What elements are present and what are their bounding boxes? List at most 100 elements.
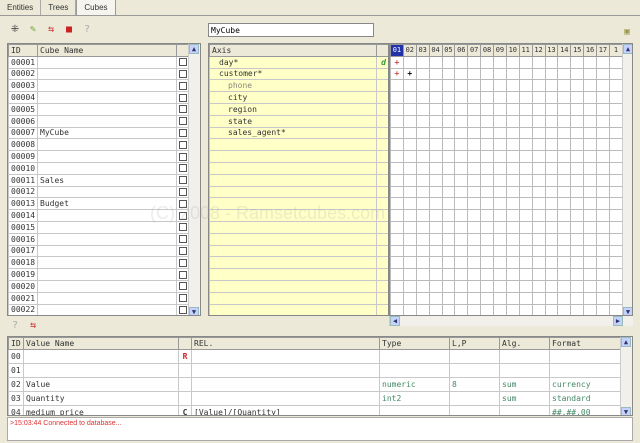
grid-cell[interactable]: [454, 220, 469, 234]
grid-col-header[interactable]: 09: [493, 44, 507, 57]
grid-cell[interactable]: [570, 91, 585, 104]
grid-cell[interactable]: [505, 126, 520, 140]
grid-cell[interactable]: [480, 279, 494, 293]
grid-col-header[interactable]: 14: [557, 44, 572, 57]
axis-row[interactable]: [209, 209, 388, 222]
grid-cell[interactable]: [570, 161, 585, 175]
cube-row[interactable]: 00021: [8, 291, 190, 305]
grid-cell[interactable]: [557, 232, 572, 246]
value-cell[interactable]: [449, 362, 500, 378]
grid-cell[interactable]: [415, 126, 430, 140]
value-row[interactable]: 04 medium_price C [Value]/[Quantity] ##,##.0…: [8, 404, 622, 415]
grid-cell[interactable]: [608, 79, 624, 93]
grid-cell[interactable]: [596, 114, 610, 128]
grid-cell[interactable]: [493, 244, 507, 258]
value-cell[interactable]: ##,##.00: [549, 404, 622, 415]
value-cell[interactable]: 00: [8, 348, 24, 364]
cube-row[interactable]: 00002: [8, 67, 190, 81]
grid-cell[interactable]: [428, 126, 443, 140]
grid-cell[interactable]: [402, 185, 417, 199]
scroll-up-button[interactable]: ▲: [623, 44, 632, 54]
grid-cell[interactable]: [454, 232, 469, 246]
grid-cell[interactable]: [544, 91, 559, 104]
grid-cell[interactable]: [493, 232, 507, 246]
grid-cell[interactable]: [454, 173, 469, 187]
grid-cell[interactable]: +: [390, 55, 404, 69]
cube-row[interactable]: 00007 MyCube: [8, 126, 190, 140]
cube-name[interactable]: Budget: [37, 197, 177, 211]
grid-cell[interactable]: [596, 150, 610, 163]
grid-cell[interactable]: [518, 256, 533, 270]
grid-cell[interactable]: [441, 268, 456, 281]
grid-cell[interactable]: [415, 150, 430, 163]
cube-name[interactable]: [37, 256, 177, 270]
new-cube-icon[interactable]: ⁜: [9, 24, 21, 36]
grid-cell[interactable]: [415, 67, 430, 81]
grid-cell[interactable]: [480, 256, 494, 270]
value-cell[interactable]: 01: [8, 362, 24, 378]
cube-row[interactable]: 00018: [8, 256, 190, 270]
grid-cell[interactable]: [428, 220, 443, 234]
grid-cell[interactable]: [402, 209, 417, 222]
grid-cell[interactable]: [428, 55, 443, 69]
grid-cell[interactable]: [390, 138, 404, 152]
grid-cell[interactable]: [390, 91, 404, 104]
cube-name[interactable]: [37, 161, 177, 175]
value-cell[interactable]: [499, 348, 550, 364]
grid-cell[interactable]: [480, 209, 494, 222]
grid-cell[interactable]: [493, 55, 507, 69]
grid-cell[interactable]: [428, 173, 443, 187]
grid-cell[interactable]: [480, 232, 494, 246]
grid-cell[interactable]: [596, 291, 610, 305]
grid-cell[interactable]: [480, 197, 494, 211]
grid-cell[interactable]: [493, 79, 507, 93]
grid-cell[interactable]: [557, 185, 572, 199]
cube-name[interactable]: [37, 91, 177, 104]
grid-cell[interactable]: [428, 197, 443, 211]
grid-cell[interactable]: [467, 67, 482, 81]
grid-cell[interactable]: [428, 138, 443, 152]
value-cell[interactable]: Quantity: [23, 390, 179, 406]
grid-cell[interactable]: [596, 161, 610, 175]
grid-cell[interactable]: [531, 161, 546, 175]
grid-cell[interactable]: [570, 303, 585, 315]
grid-cell[interactable]: +: [402, 67, 417, 81]
grid-cell[interactable]: [570, 102, 585, 116]
grid-cell[interactable]: [428, 185, 443, 199]
col-cube-name[interactable]: Cube Name: [37, 44, 177, 57]
grid-cell[interactable]: [467, 244, 482, 258]
grid-cell[interactable]: [531, 173, 546, 187]
grid-cell[interactable]: [467, 91, 482, 104]
values-col-header[interactable]: Type: [379, 337, 450, 350]
grid-cell[interactable]: [480, 220, 494, 234]
axis-row[interactable]: [209, 256, 388, 270]
value-cell[interactable]: [Value]/[Quantity]: [191, 404, 380, 415]
grid-cell[interactable]: [505, 55, 520, 69]
grid-cell[interactable]: [480, 114, 494, 128]
grid-cell[interactable]: [583, 244, 597, 258]
cube-row[interactable]: 00001: [8, 55, 190, 69]
axis-row[interactable]: city: [209, 91, 388, 104]
grid-cell[interactable]: [505, 303, 520, 315]
grid-cell[interactable]: [415, 197, 430, 211]
value-cell[interactable]: [191, 362, 380, 378]
grid-cell[interactable]: [493, 91, 507, 104]
grid-cell[interactable]: [544, 150, 559, 163]
grid-cell[interactable]: [608, 232, 624, 246]
grid-cell[interactable]: [454, 244, 469, 258]
grid-cell[interactable]: [415, 232, 430, 246]
grid-cell[interactable]: [402, 91, 417, 104]
grid-cell[interactable]: [505, 138, 520, 152]
grid-cell[interactable]: [505, 291, 520, 305]
axis-row[interactable]: [209, 279, 388, 293]
grid-cell[interactable]: [596, 55, 610, 69]
grid-col-header[interactable]: 05: [441, 44, 456, 57]
axis-row[interactable]: [209, 268, 388, 281]
axis-row[interactable]: [209, 197, 388, 211]
grid-cell[interactable]: [583, 114, 597, 128]
scroll-left-button[interactable]: ◀: [390, 316, 400, 326]
grid-col-header[interactable]: 11: [518, 44, 533, 57]
grid-cell[interactable]: [596, 126, 610, 140]
grid-cell[interactable]: [480, 173, 494, 187]
grid-cell[interactable]: [467, 185, 482, 199]
